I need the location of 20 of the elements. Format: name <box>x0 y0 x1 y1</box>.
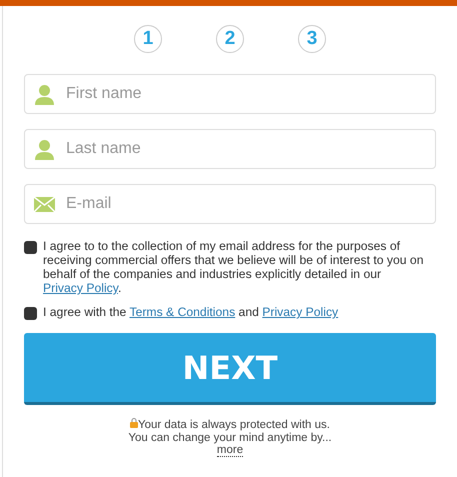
step-number: 3 <box>298 25 326 53</box>
privacy-note: Your data is always protected with us. You can change your mind anytime by... <box>128 418 332 445</box>
step-number: 1 <box>134 25 162 53</box>
policy-link[interactable]: Privacy Policy <box>262 305 338 319</box>
consent-text: I agree with the Terms & Conditions and Privacy Policy <box>43 305 338 319</box>
checkbox[interactable] <box>24 241 37 254</box>
input-field[interactable]: Last name <box>24 129 436 169</box>
person-icon <box>34 84 55 104</box>
mail-icon <box>34 196 55 212</box>
lock-icon <box>130 418 138 428</box>
policy-link[interactable]: Terms & Conditions <box>130 305 236 319</box>
policy-link[interactable]: Privacy Policy <box>43 281 118 295</box>
next-button[interactable]: NEXT <box>24 333 436 405</box>
step-number: 2 <box>216 25 244 53</box>
more-link[interactable]: more <box>216 445 244 457</box>
checkbox[interactable] <box>24 307 37 320</box>
person-icon <box>34 138 55 160</box>
consent-text: I agree to to the collection of my email address for the purposes of receiving commercial offers that we believe will be of interest to you on behalf of the companies and industries explicitly detailed in our Privacy Policy. <box>43 239 424 295</box>
input-field[interactable]: First name <box>24 74 436 114</box>
input-field[interactable]: E-mail <box>24 184 436 224</box>
